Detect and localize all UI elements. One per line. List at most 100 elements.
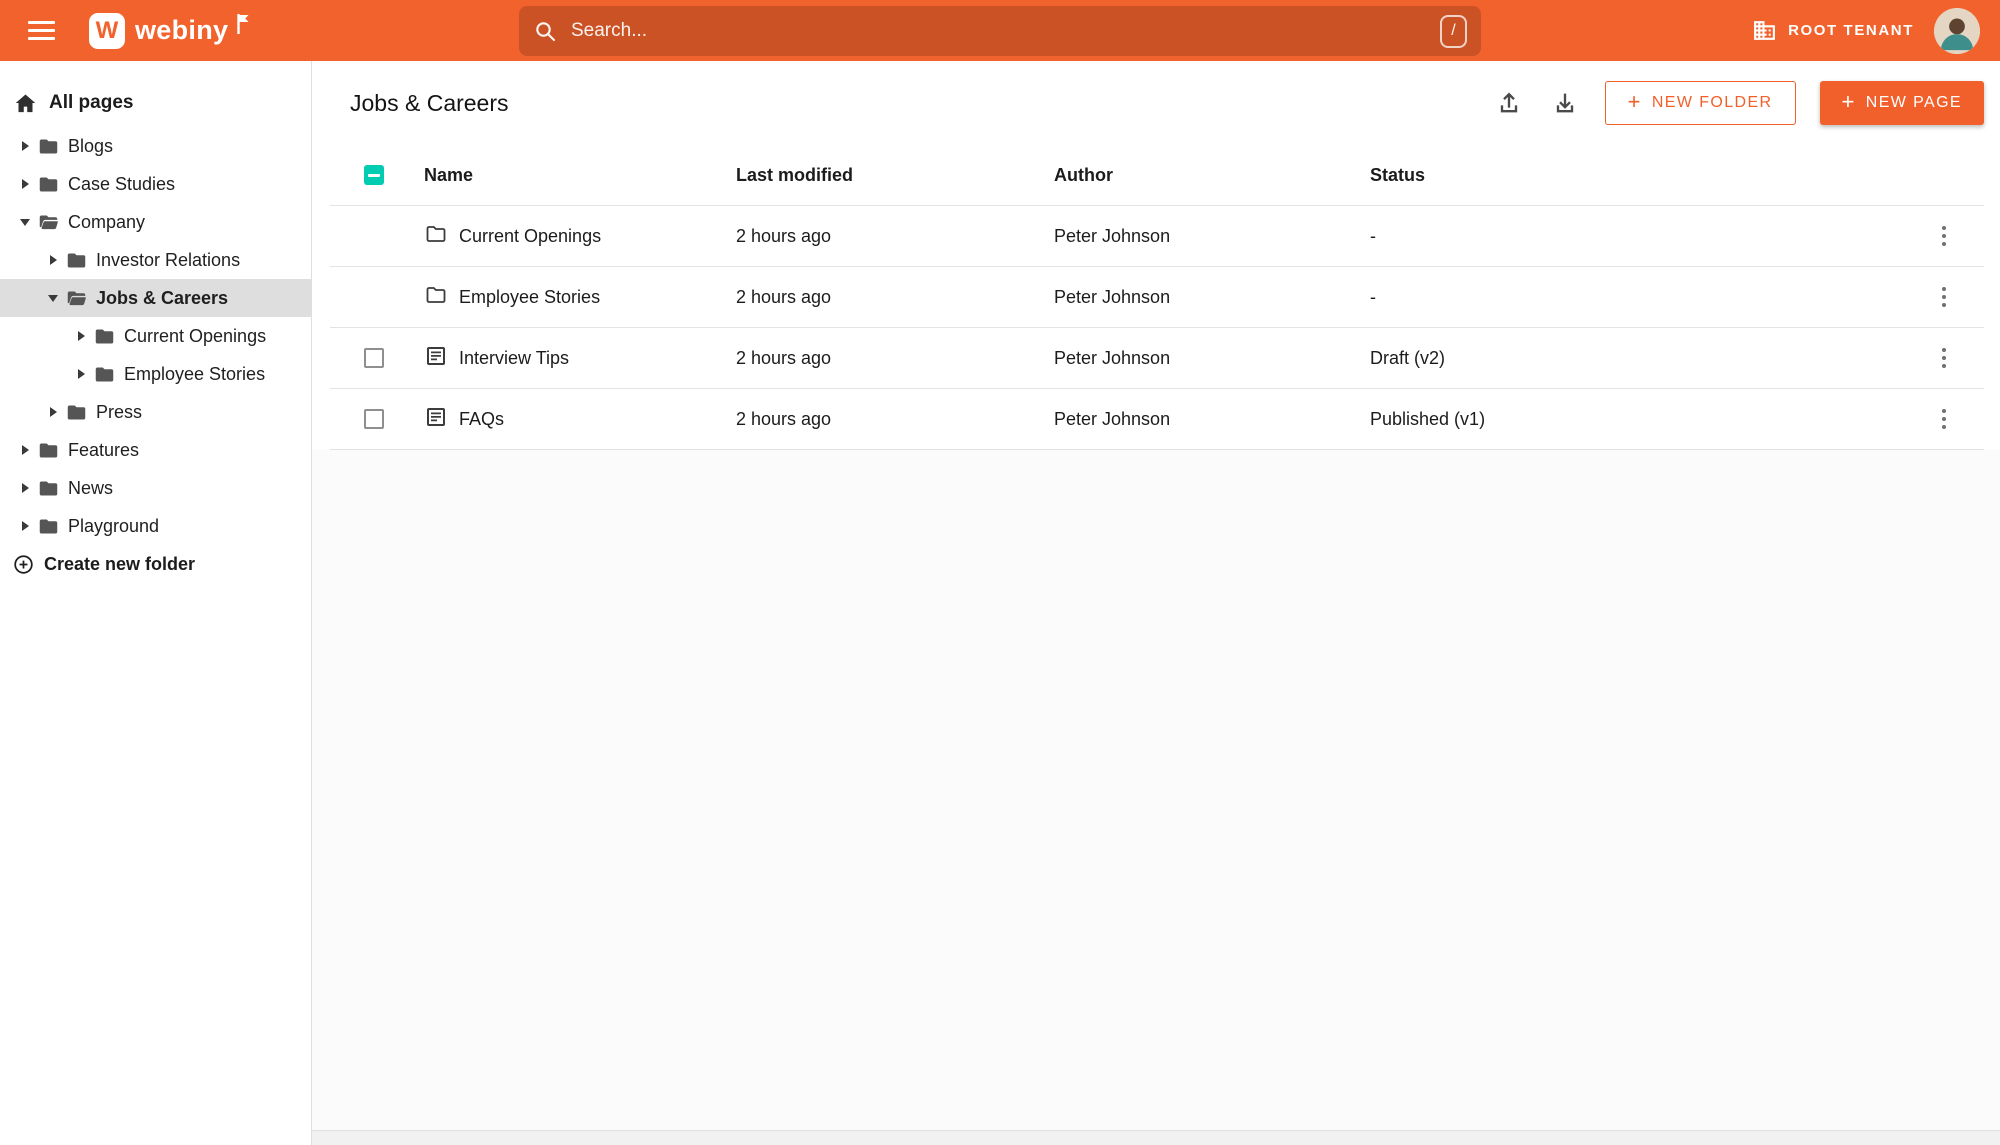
table-row[interactable]: Current Openings 2 hours ago Peter Johns… xyxy=(330,206,1984,267)
row-options-icon[interactable] xyxy=(1936,403,1953,436)
sidebar-folder-item[interactable]: Company xyxy=(0,203,311,241)
folder-icon xyxy=(38,174,59,195)
caret-icon[interactable] xyxy=(16,483,34,493)
sidebar-tree: Blogs Case Studies Company Investor Rela… xyxy=(0,127,311,545)
folder-label: Company xyxy=(68,211,146,232)
sidebar-folder-item[interactable]: Current Openings xyxy=(0,317,311,355)
table-row[interactable]: Employee Stories 2 hours ago Peter Johns… xyxy=(330,267,1984,328)
row-checkbox[interactable] xyxy=(364,348,384,368)
tenant-building-icon xyxy=(1754,21,1775,40)
column-header-name[interactable]: Name xyxy=(424,165,736,186)
topbar: W webiny / ROOT TENANT xyxy=(0,0,2000,61)
row-checkbox[interactable] xyxy=(364,409,384,429)
row-name[interactable]: Current Openings xyxy=(459,226,601,247)
sidebar-folder-item[interactable]: Blogs xyxy=(0,127,311,165)
row-status: Draft (v2) xyxy=(1370,347,1446,368)
search-icon xyxy=(536,22,556,42)
horizontal-scrollbar[interactable] xyxy=(312,1130,2000,1145)
select-all-checkbox[interactable] xyxy=(364,165,384,185)
all-pages-label: All pages xyxy=(49,92,134,113)
import-button[interactable] xyxy=(1549,87,1581,119)
home-icon xyxy=(15,93,36,112)
page-icon xyxy=(424,405,448,434)
caret-icon[interactable] xyxy=(16,521,34,531)
folder-icon xyxy=(94,326,115,347)
folder-icon xyxy=(424,222,448,251)
new-page-button[interactable]: + NEW PAGE xyxy=(1819,81,1984,125)
folder-icon xyxy=(94,364,115,385)
sidebar-folder-item[interactable]: Features xyxy=(0,431,311,469)
row-status: - xyxy=(1370,286,1376,307)
table-row[interactable]: Interview Tips 2 hours ago Peter Johnson… xyxy=(330,328,1984,389)
folder-label: Investor Relations xyxy=(96,249,241,270)
create-new-folder-button[interactable]: Create new folder xyxy=(0,545,311,583)
sidebar-folder-item[interactable]: News xyxy=(0,469,311,507)
search-shortcut-key: / xyxy=(1440,14,1467,48)
webiny-logo-mark: W xyxy=(89,12,125,49)
user-avatar[interactable] xyxy=(1934,7,1980,54)
row-status: Published (v1) xyxy=(1370,408,1486,429)
table-row[interactable]: FAQs 2 hours ago Peter Johnson Published… xyxy=(330,389,1984,450)
caret-icon[interactable] xyxy=(16,179,34,189)
folder-open-icon xyxy=(38,212,59,233)
create-folder-label: Create new folder xyxy=(44,553,196,574)
folder-label: Jobs & Careers xyxy=(96,287,229,308)
search-bar[interactable]: / xyxy=(519,6,1481,56)
caret-icon[interactable] xyxy=(72,369,90,379)
row-name[interactable]: Employee Stories xyxy=(459,287,600,308)
table-header-row: Name Last modified Author Status xyxy=(330,145,1984,206)
plus-circle-icon xyxy=(14,554,33,574)
caret-icon[interactable] xyxy=(44,255,62,265)
row-last-modified: 2 hours ago xyxy=(736,286,832,307)
caret-icon[interactable] xyxy=(72,331,90,341)
folder-icon xyxy=(66,250,87,271)
caret-icon[interactable] xyxy=(16,141,34,151)
sidebar-folder-item[interactable]: Case Studies xyxy=(0,165,311,203)
table-body: Current Openings 2 hours ago Peter Johns… xyxy=(330,206,1984,450)
sidebar-folder-item[interactable]: Playground xyxy=(0,507,311,545)
sidebar-folder-item[interactable]: Jobs & Careers xyxy=(0,279,311,317)
new-folder-button[interactable]: + NEW FOLDER xyxy=(1604,81,1796,125)
new-folder-label: NEW FOLDER xyxy=(1651,94,1773,111)
row-name[interactable]: Interview Tips xyxy=(459,348,569,369)
caret-icon[interactable] xyxy=(44,295,62,302)
caret-icon[interactable] xyxy=(16,445,34,455)
folder-open-icon xyxy=(66,288,87,309)
row-options-icon[interactable] xyxy=(1936,220,1953,253)
search-input[interactable] xyxy=(569,19,1440,43)
row-author: Peter Johnson xyxy=(1054,347,1171,368)
row-author: Peter Johnson xyxy=(1054,225,1171,246)
row-name[interactable]: FAQs xyxy=(459,409,504,430)
webiny-logo[interactable]: W webiny xyxy=(89,12,251,49)
folder-icon xyxy=(38,440,59,461)
tenant-label: ROOT TENANT xyxy=(1788,22,1914,39)
row-last-modified: 2 hours ago xyxy=(736,225,832,246)
caret-icon[interactable] xyxy=(44,407,62,417)
sidebar-item-all-pages[interactable]: All pages xyxy=(0,79,311,127)
new-page-label: NEW PAGE xyxy=(1865,94,1962,111)
main-content: Jobs & Careers + NEW FOLDER + NEW PAGE N… xyxy=(312,61,2000,1145)
topbar-right: ROOT TENANT xyxy=(1752,7,1980,54)
folder-label: Press xyxy=(96,401,143,422)
caret-icon[interactable] xyxy=(16,219,34,226)
column-header-status[interactable]: Status xyxy=(1370,165,1904,186)
folder-label: Playground xyxy=(68,515,160,536)
row-options-icon[interactable] xyxy=(1936,342,1953,375)
export-button[interactable] xyxy=(1493,87,1525,119)
upload-icon xyxy=(1500,92,1517,113)
column-header-last-modified[interactable]: Last modified xyxy=(736,165,1054,186)
folder-label: Case Studies xyxy=(68,173,176,194)
sidebar-folder-item[interactable]: Investor Relations xyxy=(0,241,311,279)
column-header-author[interactable]: Author xyxy=(1054,165,1370,186)
menu-icon[interactable] xyxy=(28,21,55,40)
plus-icon: + xyxy=(1841,89,1856,114)
row-status: - xyxy=(1370,225,1376,246)
folders-sidebar: All pages Blogs Case Studies Company Inv… xyxy=(0,61,312,1145)
header-actions: + NEW FOLDER + NEW PAGE xyxy=(1493,81,1984,125)
tenant-selector[interactable]: ROOT TENANT xyxy=(1752,18,1914,43)
sidebar-folder-item[interactable]: Employee Stories xyxy=(0,355,311,393)
row-options-icon[interactable] xyxy=(1936,281,1953,314)
sidebar-folder-item[interactable]: Press xyxy=(0,393,311,431)
folder-label: Features xyxy=(68,439,140,460)
pages-sheet: Jobs & Careers + NEW FOLDER + NEW PAGE N… xyxy=(312,61,2000,450)
